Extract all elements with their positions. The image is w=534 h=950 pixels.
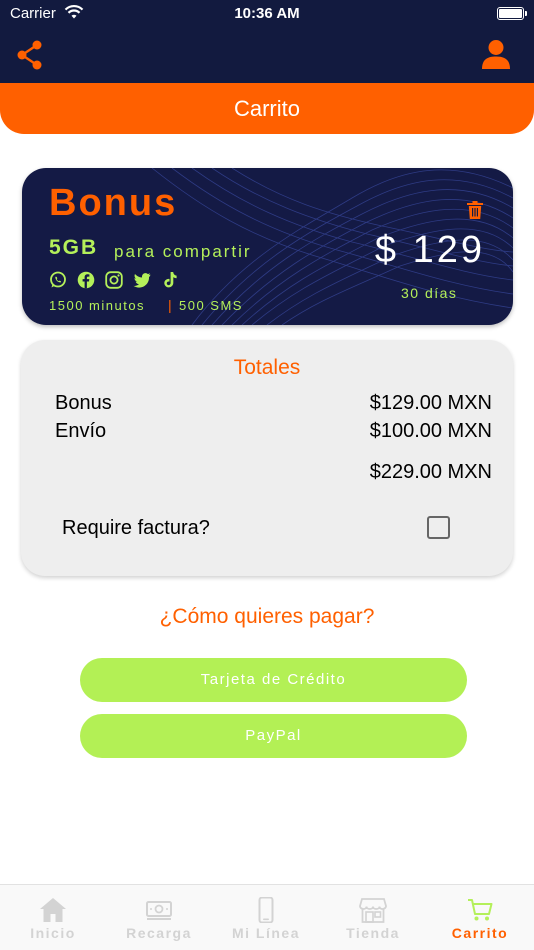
product-card: Bonus 5GB para compartir 1500 minutos | …: [22, 168, 513, 325]
invoice-label: Require factura?: [62, 517, 210, 539]
top-nav-bar: [0, 28, 534, 86]
clock: 10:36 AM: [234, 5, 300, 22]
status-bar: Carrier 10:36 AM: [0, 0, 534, 28]
home-icon: [39, 897, 67, 923]
tab-label: Tienda: [346, 925, 400, 941]
payment-question: ¿Cómo quieres pagar?: [159, 605, 375, 628]
twitter-icon: [133, 271, 151, 289]
phone-icon: [252, 896, 280, 924]
product-minutes: 1500 minutos: [49, 298, 146, 313]
tab-label: Mi Línea: [231, 925, 300, 941]
store-icon: [359, 897, 387, 923]
cart-icon: [466, 897, 494, 923]
page-title: Carrito: [0, 83, 534, 134]
product-data-amount: 5GB: [49, 236, 99, 259]
instagram-icon: [105, 271, 123, 289]
totals-item-label: Bonus: [55, 392, 112, 414]
product-period: 30 días: [401, 285, 458, 301]
totals-card: Totales Bonus $129.00 MXN Envío $100.00 …: [21, 340, 513, 576]
tiktok-icon: [161, 271, 179, 289]
bottom-tab-bar: Inicio Recarga Mi Línea Tienda Carrito: [0, 884, 534, 950]
facebook-icon: [77, 271, 95, 289]
tab-label: Recarga: [126, 925, 192, 941]
share-icon[interactable]: [16, 40, 44, 75]
totals-grand-total: $229.00 MXN: [369, 461, 492, 483]
product-separator: |: [168, 297, 172, 313]
totals-item-value: $129.00 MXN: [369, 392, 492, 414]
trash-icon[interactable]: [466, 200, 484, 225]
tab-label: Inicio: [30, 925, 76, 941]
whatsapp-icon: [49, 271, 67, 289]
credit-card-button[interactable]: Tarjeta de Crédito: [80, 658, 467, 702]
invoice-checkbox[interactable]: [427, 516, 450, 539]
product-data-label: para compartir: [114, 242, 252, 261]
totals-item-label: Envío: [55, 420, 107, 442]
totals-title: Totales: [233, 356, 301, 379]
tab-tienda[interactable]: Tienda: [320, 885, 426, 950]
tab-recarga[interactable]: Recarga: [106, 885, 212, 950]
tab-label: Carrito: [451, 925, 509, 941]
tab-mi-linea[interactable]: Mi Línea: [213, 885, 319, 950]
product-name: Bonus: [49, 182, 178, 224]
totals-item-value: $100.00 MXN: [369, 420, 492, 442]
user-icon[interactable]: [482, 39, 510, 75]
battery-icon: [497, 7, 527, 20]
paypal-button[interactable]: PayPal: [80, 714, 467, 758]
money-icon: [145, 897, 173, 923]
tab-carrito[interactable]: Carrito: [427, 885, 533, 950]
tab-inicio[interactable]: Inicio: [0, 885, 106, 950]
product-price: $ 129: [374, 229, 485, 271]
social-icons-row: [49, 271, 179, 289]
product-sms: 500 SMS: [179, 298, 243, 313]
